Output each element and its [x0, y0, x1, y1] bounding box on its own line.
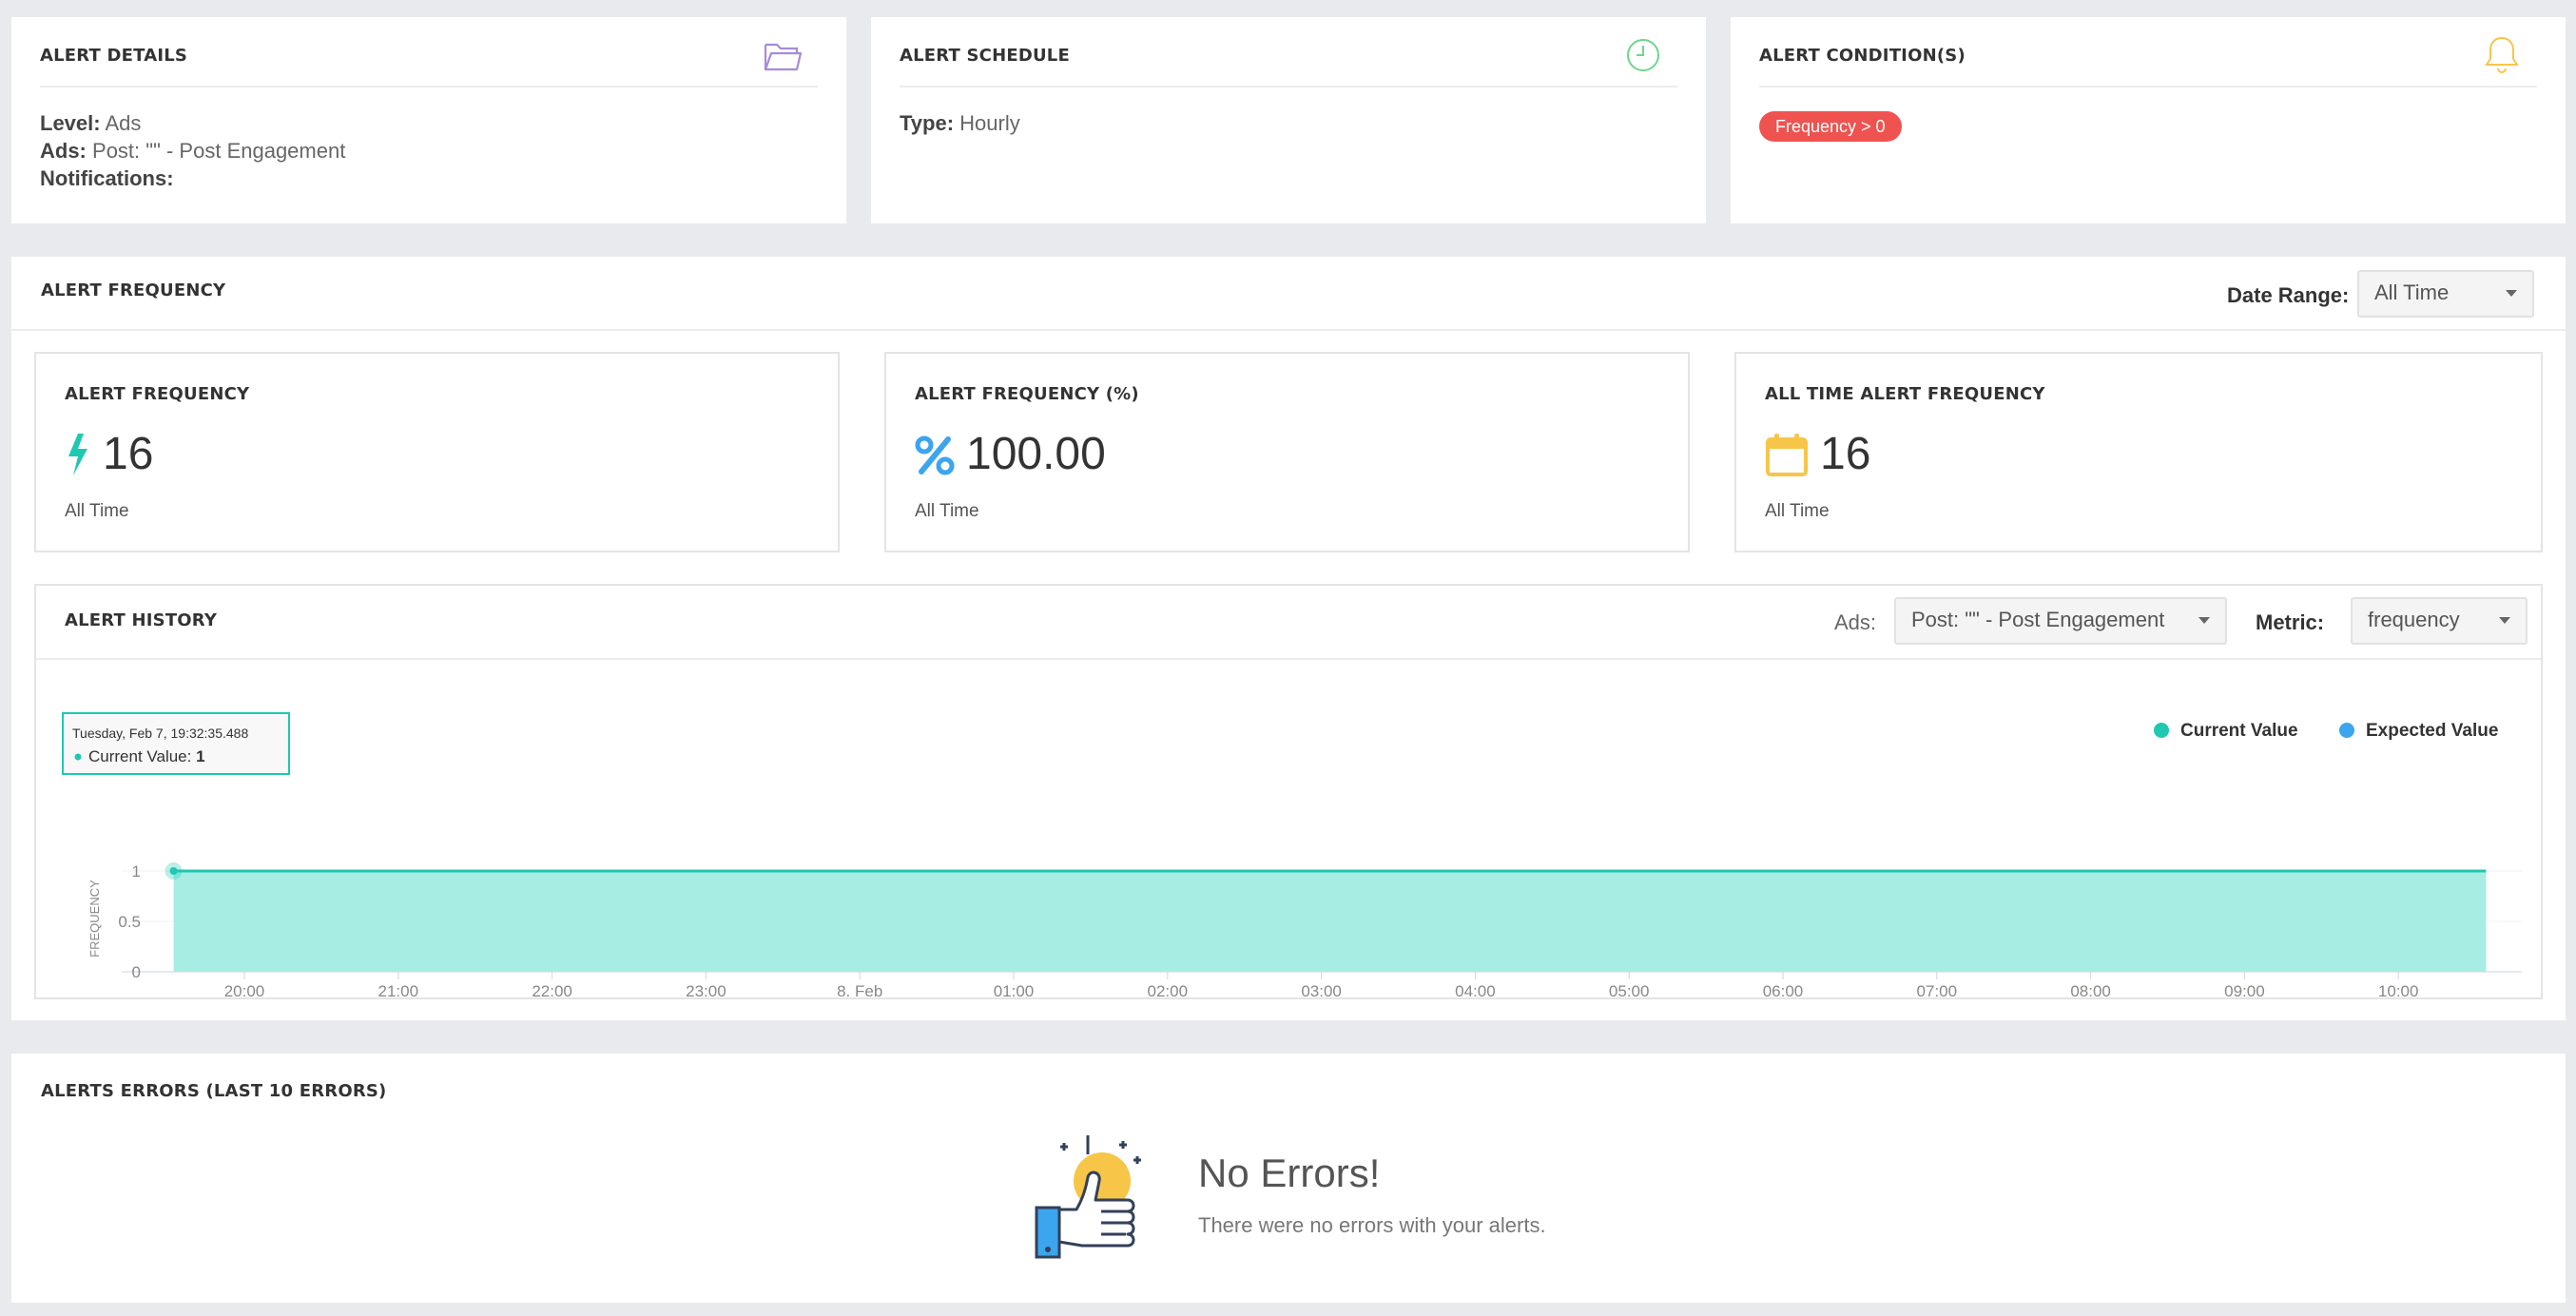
x-tick-label: 09:00: [2224, 982, 2265, 997]
divider: [11, 329, 2566, 331]
alert-history-chart: 0 0.5 1 FREQUENCY 20:00 21:00 22:00 23:00 8. Feb…: [62, 712, 2522, 997]
chevron-down-icon: [2198, 617, 2210, 624]
stat-alert-frequency-percent: ALERT FREQUENCY (%) 100.00 All Time: [884, 352, 1690, 552]
condition-badge: Frequency > 0: [1759, 111, 1902, 142]
x-tick-label: 22:00: [532, 982, 572, 997]
x-tick-label: 23:00: [686, 982, 726, 997]
ads-filter-value: Post: "" - Post Engagement: [1911, 608, 2165, 631]
x-tick-label: 06:00: [1763, 982, 1804, 997]
tooltip-value: Current Value: 1: [88, 747, 205, 765]
ads-filter-label: Ads:: [1834, 610, 1877, 634]
x-tick-label: 02:00: [1148, 982, 1189, 997]
metric-select[interactable]: frequency: [2351, 597, 2528, 645]
date-range-value: All Time: [2374, 281, 2450, 304]
notifications-row: Notifications:: [40, 166, 174, 190]
x-tick-label: 05:00: [1609, 982, 1650, 997]
x-tick-label: 21:00: [378, 982, 419, 997]
alerts-errors-title: ALERTS ERRORS (LAST 10 ERRORS): [41, 1081, 387, 1101]
folder-open-icon: [764, 43, 803, 71]
stat-value: 100.00: [966, 429, 1106, 479]
stat-sub: All Time: [1765, 501, 1830, 521]
alert-details-card: ALERT DETAILS Level: Ads Ads: Post: "" -…: [11, 17, 846, 223]
stat-sub: All Time: [65, 501, 129, 521]
type-value: Hourly: [959, 111, 1020, 135]
y-tick-label: 0.5: [118, 913, 141, 931]
date-range-select[interactable]: All Time: [2357, 270, 2534, 318]
x-tick-label: 03:00: [1301, 982, 1342, 997]
stat-alert-frequency: ALERT FREQUENCY 16 All Time: [34, 352, 840, 552]
alert-conditions-title: ALERT CONDITION(S): [1759, 46, 1966, 66]
stat-value: 16: [103, 429, 154, 479]
ads-value: Post: "" - Post Engagement: [92, 139, 346, 163]
chevron-down-icon: [2499, 617, 2510, 624]
legend-item-current-value[interactable]: Current Value: [2180, 721, 2298, 741]
y-tick-label: 1: [132, 862, 141, 881]
alert-schedule-card: ALERT SCHEDULE Type: Hourly: [871, 17, 1706, 223]
clock-icon: [1627, 39, 1659, 71]
divider: [40, 86, 818, 87]
bolt-icon: [68, 434, 87, 475]
level-value: Ads: [105, 111, 142, 135]
no-errors-message: There were no errors with your alerts.: [1198, 1213, 1546, 1237]
legend-marker: [2154, 723, 2169, 738]
x-tick-label: 20:00: [224, 982, 265, 997]
alert-history-title: ALERT HISTORY: [65, 610, 218, 630]
y-axis-label: FREQUENCY: [87, 880, 102, 958]
stat-sub: All Time: [915, 501, 979, 521]
metric-value: frequency: [2368, 608, 2460, 631]
alert-frequency-title: ALERT FREQUENCY: [41, 281, 226, 300]
chevron-down-icon: [2506, 290, 2517, 297]
alert-conditions-card: ALERT CONDITION(S) Frequency > 0: [1731, 17, 2566, 223]
x-tick-label: 07:00: [1917, 982, 1958, 997]
percent-icon: [915, 435, 955, 475]
ads-row: Ads: Post: "" - Post Engagement: [40, 139, 346, 163]
stat-all-time-alert-frequency: ALL TIME ALERT FREQUENCY 16 All Time: [1734, 352, 2543, 552]
stat-title: ALL TIME ALERT FREQUENCY: [1765, 384, 2045, 404]
y-tick-label: 0: [132, 963, 141, 981]
date-range-label: Date Range:: [2227, 283, 2350, 307]
stat-value: 16: [1820, 429, 1871, 479]
x-tick-label: 08:00: [2070, 982, 2111, 997]
data-point[interactable]: [169, 867, 178, 875]
metric-label: Metric:: [2256, 610, 2325, 634]
x-tick-label: 8. Feb: [837, 982, 882, 997]
legend-marker: [2339, 723, 2354, 738]
no-errors-heading: No Errors!: [1198, 1151, 1381, 1195]
tooltip-date: Tuesday, Feb 7, 19:32:35.488: [72, 726, 248, 741]
alerts-errors-card: ALERTS ERRORS (LAST 10 ERRORS) No Errors…: [11, 1054, 2566, 1303]
tooltip-marker: [74, 753, 82, 761]
alert-schedule-title: ALERT SCHEDULE: [900, 46, 1070, 66]
ads-filter-select[interactable]: Post: "" - Post Engagement: [1894, 597, 2227, 645]
bell-icon: [2485, 36, 2519, 73]
type-row: Type: Hourly: [900, 111, 1020, 135]
divider: [900, 86, 1677, 87]
alert-history-panel: ALERT HISTORY Ads: Post: "" - Post Engag…: [34, 584, 2543, 999]
alert-details-title: ALERT DETAILS: [40, 46, 188, 66]
stat-title: ALERT FREQUENCY (%): [915, 384, 1139, 404]
current-value-area: [173, 871, 2487, 972]
stat-title: ALERT FREQUENCY: [65, 384, 250, 404]
level-row: Level: Ads: [40, 111, 142, 135]
x-tick-label: 04:00: [1455, 982, 1496, 997]
legend-item-expected-value[interactable]: Expected Value: [2366, 721, 2498, 741]
x-tick-label: 01:00: [994, 982, 1035, 997]
alert-frequency-section: ALERT FREQUENCY Date Range: All Time ALE…: [11, 257, 2566, 1020]
calendar-icon: [1766, 434, 1808, 476]
x-tick-label: 10:00: [2378, 982, 2419, 997]
divider: [1759, 86, 2537, 87]
thumbs-up-icon: [1035, 1135, 1141, 1259]
